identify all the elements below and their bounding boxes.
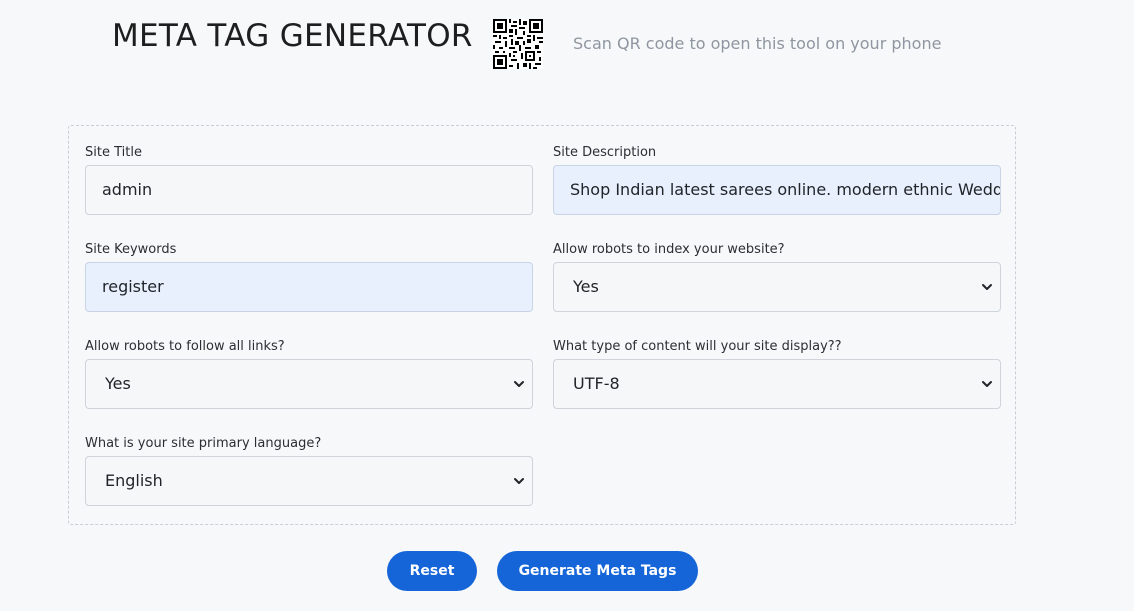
qr-caption: Scan QR code to open this tool on your p… [573, 34, 942, 53]
site-keywords-value: register [102, 277, 164, 296]
site-description-value: Shop Indian latest sarees online. modern… [570, 180, 1000, 199]
language-field: What is your site primary language? Engl… [85, 436, 533, 506]
content-type-select[interactable]: UTF-8 [553, 359, 1001, 409]
content-type-field: What type of content will your site disp… [553, 339, 1001, 409]
robots-follow-field: Allow robots to follow all links? Yes [85, 339, 533, 409]
robots-index-value: Yes [573, 277, 599, 296]
meta-form: Site Title admin Site Description Shop I… [68, 125, 1016, 525]
qr-code-icon [493, 19, 543, 69]
site-keywords-input[interactable]: register [85, 262, 533, 312]
content-type-label: What type of content will your site disp… [553, 339, 842, 354]
language-select[interactable]: English [85, 456, 533, 506]
robots-follow-select[interactable]: Yes [85, 359, 533, 409]
language-label: What is your site primary language? [85, 436, 322, 451]
chevron-down-icon [982, 381, 992, 387]
robots-follow-value: Yes [105, 374, 131, 393]
chevron-down-icon [982, 284, 992, 290]
chevron-down-icon [514, 381, 524, 387]
page-title: META TAG GENERATOR [112, 18, 473, 54]
language-value: English [105, 471, 163, 490]
site-description-field: Site Description Shop Indian latest sare… [553, 145, 1001, 215]
robots-index-label: Allow robots to index your website? [553, 242, 785, 257]
site-keywords-field: Site Keywords register [85, 242, 533, 312]
page: META TAG GENERATOR Scan QR code to open … [0, 0, 1134, 611]
site-title-label: Site Title [85, 145, 142, 160]
qr-code-graphic [493, 19, 543, 69]
chevron-down-icon [514, 478, 524, 484]
reset-button[interactable]: Reset [387, 551, 477, 591]
robots-index-select[interactable]: Yes [553, 262, 1001, 312]
site-keywords-label: Site Keywords [85, 242, 177, 257]
site-title-field: Site Title admin [85, 145, 533, 215]
robots-index-field: Allow robots to index your website? Yes [553, 242, 1001, 312]
site-title-value: admin [102, 180, 153, 199]
content-type-value: UTF-8 [573, 374, 620, 393]
generate-meta-tags-button[interactable]: Generate Meta Tags [497, 551, 698, 591]
robots-follow-label: Allow robots to follow all links? [85, 339, 285, 354]
site-description-input[interactable]: Shop Indian latest sarees online. modern… [553, 165, 1001, 215]
site-description-label: Site Description [553, 145, 657, 160]
site-title-input[interactable]: admin [85, 165, 533, 215]
